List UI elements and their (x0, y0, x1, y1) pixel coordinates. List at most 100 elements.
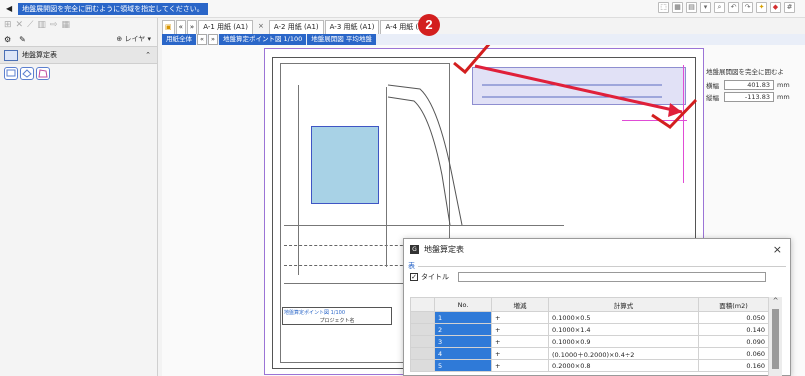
cell-formula[interactable]: 0.1000×0.5 (548, 311, 699, 324)
dialog-titlebar: G 地盤算定表 × (404, 239, 790, 259)
row-selector[interactable] (410, 335, 435, 348)
pen-icon[interactable]: ✎ (19, 35, 26, 44)
table-row[interactable]: 1 + 0.1000×0.5 0.050 (410, 311, 769, 324)
grid-icon[interactable]: # (784, 2, 795, 13)
width-value[interactable]: 401.83 (724, 80, 774, 90)
toolbar-icons: ⬚ ▦ ▤ ▾ ⌕ ↶ ↷ ✦ ◆ # (658, 2, 795, 13)
arrow-tool-icon[interactable]: ⇨ (50, 20, 58, 30)
pin-icon[interactable]: ◀ (6, 4, 12, 13)
zoom-icon[interactable]: ⌕ (714, 2, 725, 13)
gear-icon[interactable]: ⚙ (4, 35, 11, 44)
lasso-tool[interactable] (20, 66, 34, 80)
table-row[interactable]: 3 + 0.1000×0.9 0.090 (410, 335, 769, 348)
redo-icon[interactable]: ↷ (742, 2, 753, 13)
bulb-icon[interactable]: ✦ (756, 2, 767, 13)
row-selector[interactable] (410, 311, 435, 324)
cell-no[interactable]: 4 (434, 347, 492, 360)
cell-sign[interactable]: + (491, 359, 549, 372)
app-icon: G (410, 244, 419, 254)
height-value[interactable]: -113.83 (724, 92, 774, 102)
cell-area[interactable]: 0.060 (698, 347, 769, 360)
step-badge: 2 (418, 14, 440, 36)
table-tool-icon[interactable]: ▦ (61, 20, 70, 30)
select-icon[interactable]: ⬚ (658, 2, 669, 13)
cell-no[interactable]: 5 (434, 359, 492, 372)
view-tab-points[interactable]: 地盤算定ポイント図 1/100 (218, 34, 307, 45)
tab-a1[interactable]: A-1 用紙 (A1) (198, 20, 253, 34)
close-button[interactable]: × (773, 243, 782, 256)
color-icon[interactable]: ◆ (770, 2, 781, 13)
cell-area[interactable]: 0.160 (698, 359, 769, 372)
slash-tool-icon[interactable]: ⟋ (27, 20, 33, 30)
collapse-icon[interactable]: ⌃ (145, 51, 151, 59)
cell-formula[interactable]: 0.1000×0.9 (548, 335, 699, 348)
cell-formula[interactable]: 0.2000×0.8 (548, 359, 699, 372)
layer-icon: ⊕ (116, 35, 123, 43)
drawing-caption: 地盤算定ポイント図 1/100 (284, 310, 345, 316)
layer-button[interactable]: ⊕ レイヤ ▾ (116, 34, 151, 44)
screen-icon[interactable]: ▤ (686, 2, 697, 13)
cell-formula[interactable]: (0.1000＋0.2000)×0.4÷2 (548, 347, 699, 360)
cell-sign[interactable]: + (491, 347, 549, 360)
section-divider (408, 266, 786, 267)
title-input[interactable] (458, 272, 766, 282)
row-selector[interactable] (410, 347, 435, 360)
left-panel: ⊞ ✕ ⟋ ▥ ⇨ ▦ ⚙ ✎ ⊕ レイヤ ▾ 地盤算定表 ⌃ (0, 18, 158, 376)
cell-no[interactable]: 2 (434, 323, 492, 336)
dropdown-icon[interactable]: ▾ (700, 2, 711, 13)
arrow-shaft (474, 64, 683, 114)
tab-nav-next[interactable]: » (186, 20, 198, 34)
col-sign[interactable]: 増減 (491, 297, 549, 312)
cell-formula[interactable]: 0.1000×1.4 (548, 323, 699, 336)
view-tab-full[interactable]: 用紙全体 (162, 34, 196, 45)
top-status-bar: ◀ 地盤展開図を完全に囲むように領域を指定してください。 ⬚ ▦ ▤ ▾ ⌕ ↶… (0, 0, 805, 18)
height-label: 縦幅 (706, 94, 719, 102)
view-tab-elevation[interactable]: 地盤展開図 平均地盤 (307, 34, 376, 45)
section-label: 表 (408, 261, 418, 271)
cell-area[interactable]: 0.090 (698, 335, 769, 348)
region-message: 地盤展開図を完全に囲むよ (706, 68, 784, 76)
view-nav-first[interactable]: « (197, 34, 207, 45)
view-tabs: 用紙全体 « » 地盤算定ポイント図 1/100 地盤展開図 平均地盤 (162, 34, 805, 45)
polygon-tool[interactable] (36, 66, 50, 80)
title-checkbox[interactable]: ✓ (410, 273, 418, 281)
hatch-tool-icon[interactable]: ▥ (37, 20, 46, 30)
cell-area[interactable]: 0.050 (698, 311, 769, 324)
cell-sign[interactable]: + (491, 323, 549, 336)
col-formula[interactable]: 計算式 (548, 297, 699, 312)
app-window: ◀ 地盤展開図を完全に囲むように領域を指定してください。 ⬚ ▦ ▤ ▾ ⌕ ↶… (0, 0, 805, 376)
panel-title: 地盤算定表 (22, 51, 57, 59)
cross-tool-icon[interactable]: ✕ (16, 20, 24, 30)
ground-calc-dialog: G 地盤算定表 × 表 ✓ タイトル No. 増減 計算式 面積(m2) 1 +… (403, 238, 791, 376)
width-row: 横幅 401.83 mm (706, 80, 805, 90)
cell-no[interactable]: 1 (434, 311, 492, 324)
window-icon[interactable]: ▦ (672, 2, 683, 13)
tab-close-button[interactable]: × (254, 20, 268, 34)
cell-no[interactable]: 3 (434, 335, 492, 348)
row-selector[interactable] (410, 359, 435, 372)
table-row[interactable]: 4 + (0.1000＋0.2000)×0.4÷2 0.060 (410, 347, 769, 360)
panel-header[interactable]: 地盤算定表 ⌃ (0, 46, 157, 64)
draw-tools-row: ⊞ ✕ ⟋ ▥ ⇨ ▦ (0, 18, 157, 32)
cell-area[interactable]: 0.140 (698, 323, 769, 336)
view-nav-next[interactable]: » (207, 34, 218, 45)
col-no[interactable]: No. (434, 297, 492, 312)
tab-nav-first[interactable]: « (175, 20, 186, 34)
title-block: 地盤算定ポイント図 1/100 プロジェクト名 (282, 307, 392, 325)
rect-select-tool[interactable] (4, 66, 18, 80)
table-row[interactable]: 2 + 0.1000×1.4 0.140 (410, 323, 769, 336)
line-tool-icon[interactable]: ⊞ (4, 20, 12, 30)
row-selector[interactable] (410, 323, 435, 336)
undo-icon[interactable]: ↶ (728, 2, 739, 13)
sheet-icon[interactable]: ▣ (162, 20, 175, 34)
tab-a2[interactable]: A-2 用紙 (A1) (268, 20, 324, 34)
col-area[interactable]: 面積(m2) (698, 297, 769, 312)
scroll-thumb[interactable] (772, 309, 779, 369)
table-scrollbar[interactable]: ^ (768, 297, 782, 376)
table-row[interactable]: 5 + 0.2000×0.8 0.160 (410, 359, 769, 372)
cell-sign[interactable]: + (491, 311, 549, 324)
project-name-label: プロジェクト名 (319, 318, 355, 324)
tab-a3[interactable]: A-3 用紙 (A1) (324, 20, 380, 34)
cell-sign[interactable]: + (491, 335, 549, 348)
scroll-up-icon[interactable]: ^ (769, 297, 782, 307)
